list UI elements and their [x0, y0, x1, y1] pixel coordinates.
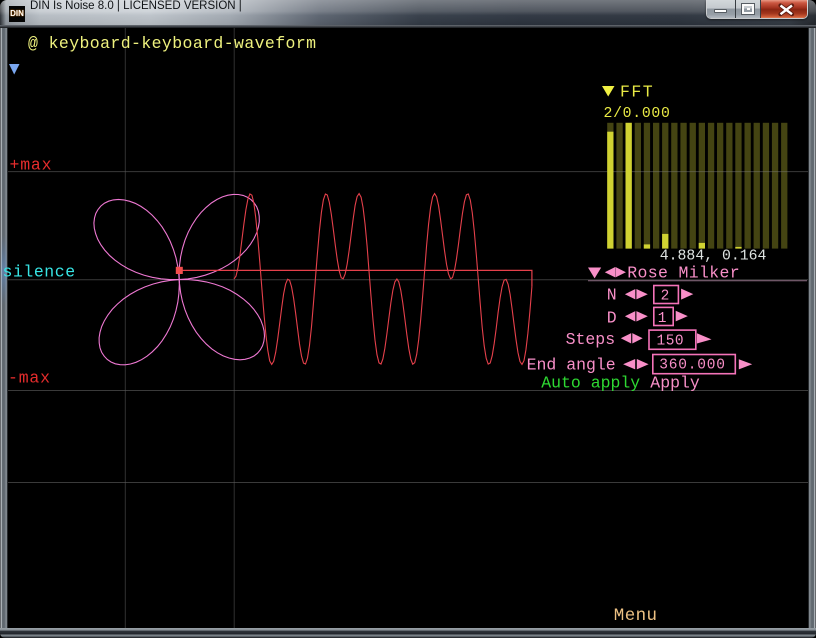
svg-text:D: D: [607, 308, 617, 327]
svg-text:silence: silence: [3, 263, 76, 282]
svg-text:4.884, 0.164: 4.884, 0.164: [660, 249, 767, 265]
svg-text:Rose Milker: Rose Milker: [627, 264, 740, 283]
svg-text:-max: -max: [8, 369, 51, 388]
svg-text:Steps: Steps: [566, 330, 616, 349]
svg-text:End angle: End angle: [527, 355, 616, 374]
svg-text:@ keyboard-keyboard-waveform: @ keyboard-keyboard-waveform: [28, 34, 316, 53]
svg-text:Auto apply: Auto apply: [541, 374, 640, 393]
svg-text:150: 150: [657, 334, 685, 350]
svg-text:+max: +max: [10, 156, 53, 175]
svg-text:FFT: FFT: [620, 83, 654, 102]
svg-text:Apply: Apply: [650, 374, 700, 393]
svg-text:1: 1: [658, 311, 667, 327]
svg-text:N: N: [607, 286, 617, 305]
svg-text:2/0.000: 2/0.000: [604, 106, 671, 122]
svg-text:2: 2: [661, 289, 670, 305]
svg-text:Menu: Menu: [614, 606, 658, 626]
svg-text:360.000: 360.000: [659, 357, 726, 373]
